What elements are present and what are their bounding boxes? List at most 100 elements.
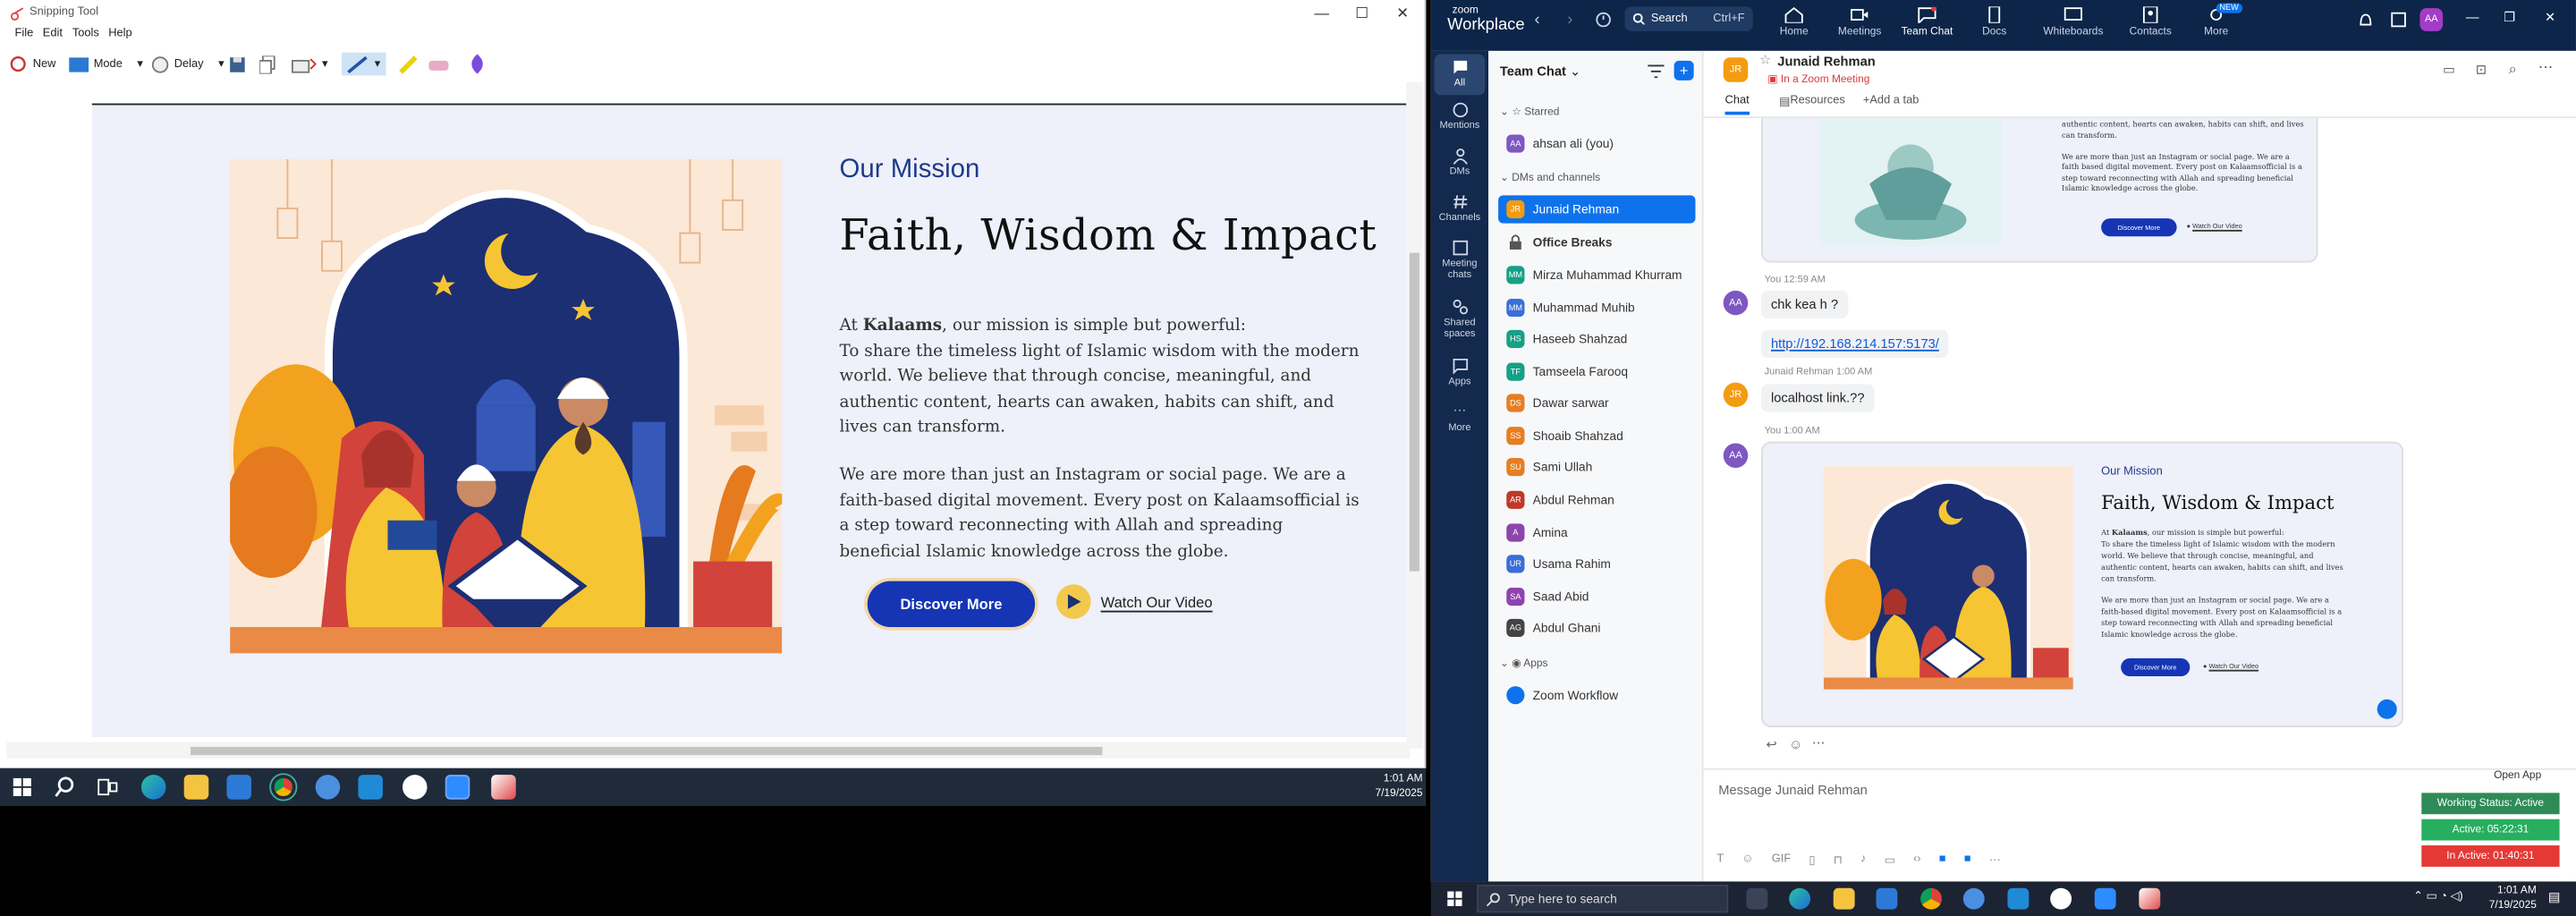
zoom-close-button[interactable]: ✕ <box>2545 10 2555 25</box>
vscode-icon[interactable] <box>358 775 383 800</box>
mode-button[interactable]: Mode ▾ <box>69 53 143 76</box>
nav-team-chat[interactable]: Team Chat <box>1891 6 1963 38</box>
zoom-restore-button[interactable]: ❐ <box>2504 10 2515 25</box>
star-icon[interactable]: ☆ <box>1759 53 1771 68</box>
chrome-icon[interactable] <box>269 773 298 802</box>
app-circle-icon[interactable] <box>402 775 428 800</box>
save-button[interactable] <box>228 53 246 76</box>
contact-usama[interactable]: UR Usama Rahim <box>1498 550 1695 578</box>
zoom-minimize-button[interactable]: — <box>2466 10 2479 25</box>
store-icon[interactable] <box>1876 887 1898 910</box>
group-starred[interactable]: ⌄ ☆ Starred <box>1500 105 1560 118</box>
nav-home[interactable]: Home <box>1758 6 1830 38</box>
contact-saad[interactable]: SA Saad Abid <box>1498 582 1695 610</box>
rail-channels[interactable]: Channels <box>1431 194 1488 225</box>
close-button[interactable]: ✕ <box>1396 5 1409 23</box>
zoom-icon[interactable] <box>445 775 470 800</box>
rail-more[interactable]: ··· More <box>1431 403 1488 435</box>
contact-dawar[interactable]: DS Dawar sarwar <box>1498 389 1695 417</box>
zoom-search[interactable]: Search Ctrl+F <box>1624 6 1753 31</box>
menu-help[interactable]: Help <box>108 28 131 39</box>
highlighter-button[interactable] <box>399 53 419 76</box>
filter-icon[interactable] <box>1648 64 1665 80</box>
bell-icon[interactable] <box>2358 12 2374 28</box>
search-icon[interactable] <box>55 776 76 798</box>
menu-file[interactable]: File <box>15 28 34 39</box>
edge-icon[interactable] <box>1789 887 1811 910</box>
menu-tools[interactable]: Tools <box>72 28 99 39</box>
send-button[interactable]: ▾ <box>291 53 327 76</box>
rail-meeting-chats[interactable]: Meeting chats <box>1431 240 1488 283</box>
nav-meetings[interactable]: Meetings <box>1824 6 1896 38</box>
calendar-icon[interactable] <box>2390 12 2406 28</box>
rail-apps[interactable]: Apps <box>1431 358 1488 389</box>
app-icon[interactable] <box>315 775 341 800</box>
back-button[interactable]: ‹ <box>1534 12 1539 30</box>
system-clock[interactable]: 1:01 AM 7/19/2025 <box>1375 771 1422 801</box>
user-avatar[interactable]: AA <box>2419 8 2444 31</box>
video-call-icon[interactable]: ▭ <box>2443 63 2455 78</box>
group-dms-channels[interactable]: ⌄ DMs and channels <box>1500 171 1600 184</box>
task-view-icon[interactable] <box>97 776 118 798</box>
rail-shared-spaces[interactable]: Shared spaces <box>1431 299 1488 342</box>
sidebar-title[interactable]: Team Chat ⌄ <box>1500 64 1580 80</box>
contact-ahsan-ali[interactable]: AA ahsan ali (you) <box>1498 130 1695 157</box>
rail-all[interactable]: All <box>1431 59 1488 90</box>
reply-icon[interactable]: ↩ <box>1766 737 1776 752</box>
more-options-icon[interactable]: ⋯ <box>1989 853 2001 867</box>
chrome-icon[interactable] <box>1920 887 1942 910</box>
contact-mirza[interactable]: MM Mirza Muhammad Khurram <box>1498 261 1695 289</box>
edge-icon[interactable] <box>140 775 166 800</box>
app-icon[interactable] <box>1962 887 1985 910</box>
vscode-icon[interactable] <box>2007 887 2029 910</box>
scroll-up-button[interactable] <box>2377 699 2397 719</box>
vertical-scrollbar[interactable] <box>1406 81 1423 749</box>
nav-more[interactable]: More <box>2180 6 2252 38</box>
screenshot-icon[interactable]: ⊓ <box>1834 853 1843 867</box>
file-icon[interactable]: ▯ <box>1809 853 1815 867</box>
video-message-icon[interactable]: ▭ <box>1885 853 1895 867</box>
shared-image-latest[interactable]: Our Mission Faith, Wisdom & Impact At Ka… <box>1760 441 2404 727</box>
file-explorer-icon[interactable] <box>183 775 209 800</box>
tab-resources[interactable]: ▤ Resources <box>1779 95 1845 108</box>
code-icon[interactable]: ‹› <box>1913 853 1921 867</box>
eraser-button[interactable] <box>428 53 451 76</box>
nav-docs[interactable]: Docs <box>1958 6 2030 38</box>
zoom-icon[interactable] <box>2094 887 2116 910</box>
pen-button[interactable]: ▾ <box>342 52 386 76</box>
file-explorer-icon[interactable] <box>1833 887 1855 910</box>
notification-icon[interactable]: ▤ <box>2548 890 2561 905</box>
contact-sami[interactable]: SU Sami Ullah <box>1498 453 1695 480</box>
search-chat-icon[interactable]: ⌕ <box>2509 61 2517 79</box>
new-chat-button[interactable]: + <box>1674 60 1694 81</box>
app-circle-icon[interactable] <box>2050 887 2072 910</box>
rail-dms[interactable]: DMs <box>1431 148 1488 179</box>
format-text-icon[interactable]: T <box>1716 853 1724 867</box>
shared-image-previous[interactable]: authentic content, hearts can awaken, ha… <box>1760 118 2318 263</box>
watch-video-link[interactable]: Watch Our Video <box>1055 584 1213 619</box>
discover-more-button[interactable]: Discover More <box>867 581 1036 628</box>
new-button[interactable]: New <box>10 53 55 76</box>
contact-abdul-ghani[interactable]: AG Abdul Ghani <box>1498 614 1695 641</box>
screen-share-icon[interactable]: ⊡ <box>2476 63 2487 78</box>
chat-more-icon[interactable]: ⋯ <box>2538 59 2554 77</box>
group-apps[interactable]: ⌄ ◉ Apps <box>1500 657 1548 670</box>
message-more-icon[interactable]: ⋯ <box>1812 735 1826 751</box>
windows-start-icon[interactable] <box>1447 891 1462 906</box>
snipping-tool-icon[interactable] <box>491 775 516 800</box>
forward-button[interactable]: › <box>1567 12 1572 30</box>
snipping-tool-icon[interactable] <box>2139 887 2161 910</box>
store-icon[interactable] <box>226 775 252 800</box>
emoji-react-icon[interactable]: ☺ <box>1789 737 1802 752</box>
contact-haseeb[interactable]: HS Haseeb Shahzad <box>1498 325 1695 352</box>
contact-shoaib[interactable]: SS Shoaib Shahzad <box>1498 422 1695 450</box>
app-icon[interactable]: ■ <box>1964 853 1971 867</box>
horizontal-scrollbar[interactable] <box>6 742 1410 759</box>
copy-button[interactable] <box>259 53 277 76</box>
app-icon[interactable]: ■ <box>1939 853 1946 867</box>
contact-junaid-rehman[interactable]: JR Junaid Rehman <box>1498 195 1696 224</box>
message-input[interactable]: Message Junaid Rehman <box>1718 783 1868 798</box>
message-link[interactable]: http://192.168.214.157:5173/ <box>1760 329 1949 359</box>
task-view-icon[interactable] <box>1746 887 1768 910</box>
contact-muhib[interactable]: MM Muhammad Muhib <box>1498 293 1695 321</box>
